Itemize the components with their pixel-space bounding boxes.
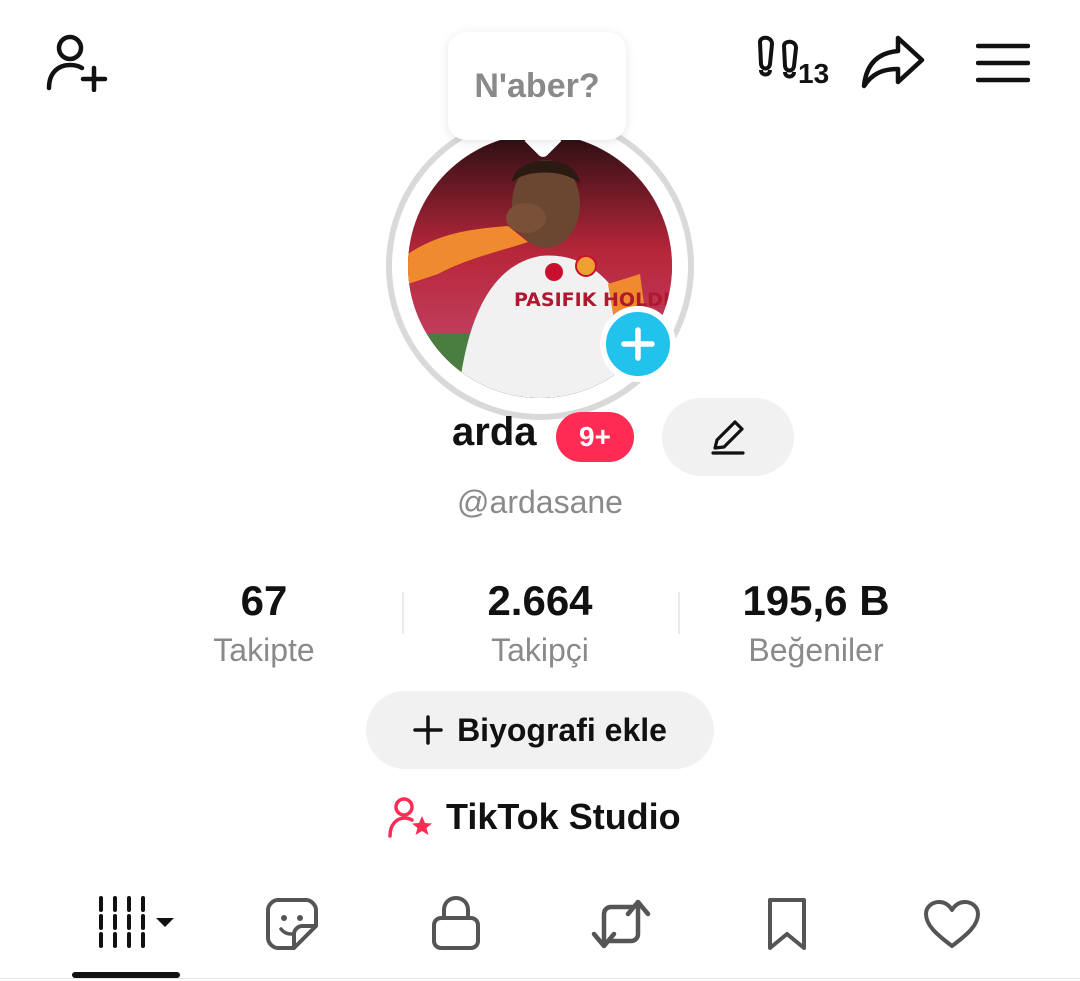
profile-views-count: 13 <box>798 58 830 89</box>
add-story-button[interactable] <box>600 306 676 382</box>
lock-icon <box>432 895 480 950</box>
share-profile-button[interactable] <box>860 34 926 90</box>
profile-views-button[interactable]: 13 <box>754 34 834 94</box>
username-handle: @ardasane <box>457 484 623 520</box>
plus-icon <box>621 327 655 361</box>
tab-reposts[interactable] <box>590 896 652 957</box>
followers-stat[interactable]: 2.664 Takipçi <box>410 576 670 672</box>
notification-badge[interactable]: 9+ <box>556 412 634 462</box>
tab-saved[interactable] <box>764 896 810 957</box>
footprints-icon <box>757 35 799 79</box>
add-user-icon <box>46 34 108 92</box>
tab-stickers[interactable] <box>264 896 320 957</box>
likes-stat[interactable]: 195,6 B Beğeniler <box>686 576 946 672</box>
tiktok-studio-link[interactable]: TikTok Studio <box>388 792 681 842</box>
display-name: arda <box>452 410 537 454</box>
plus-icon <box>413 715 443 745</box>
likes-label: Beğeniler <box>748 632 884 668</box>
grid-icon <box>99 896 174 948</box>
tab-private[interactable] <box>430 894 482 957</box>
following-label: Takipte <box>213 632 315 668</box>
add-bio-label: Biyografi ekle <box>457 711 667 748</box>
repost-icon <box>591 899 651 949</box>
following-count: 67 <box>240 577 288 624</box>
edit-profile-button[interactable] <box>662 398 794 476</box>
add-friend-button[interactable] <box>44 32 110 92</box>
menu-button[interactable] <box>976 42 1030 84</box>
creator-star-icon <box>388 797 432 838</box>
status-bubble[interactable]: N'aber? <box>448 32 626 140</box>
following-stat[interactable]: 67 Takipte <box>134 576 394 672</box>
likes-count: 195,6 B <box>742 577 890 624</box>
pencil-icon <box>711 420 745 455</box>
share-icon <box>861 35 925 89</box>
stat-divider <box>678 592 680 634</box>
add-bio-button[interactable]: Biyografi ekle <box>366 691 714 769</box>
tabs-bottom-border <box>0 978 1080 979</box>
status-bubble-text: N'aber? <box>474 66 600 105</box>
followers-count: 2.664 <box>487 577 593 624</box>
heart-icon <box>924 900 980 948</box>
hamburger-menu-icon <box>976 43 1030 83</box>
followers-label: Takipçi <box>491 632 589 668</box>
sticker-icon <box>266 898 318 950</box>
stat-divider <box>402 592 404 634</box>
tiktok-studio-label: TikTok Studio <box>446 796 681 837</box>
bookmark-icon <box>768 898 806 950</box>
tab-liked[interactable] <box>922 898 982 955</box>
tab-videos[interactable] <box>96 892 178 953</box>
